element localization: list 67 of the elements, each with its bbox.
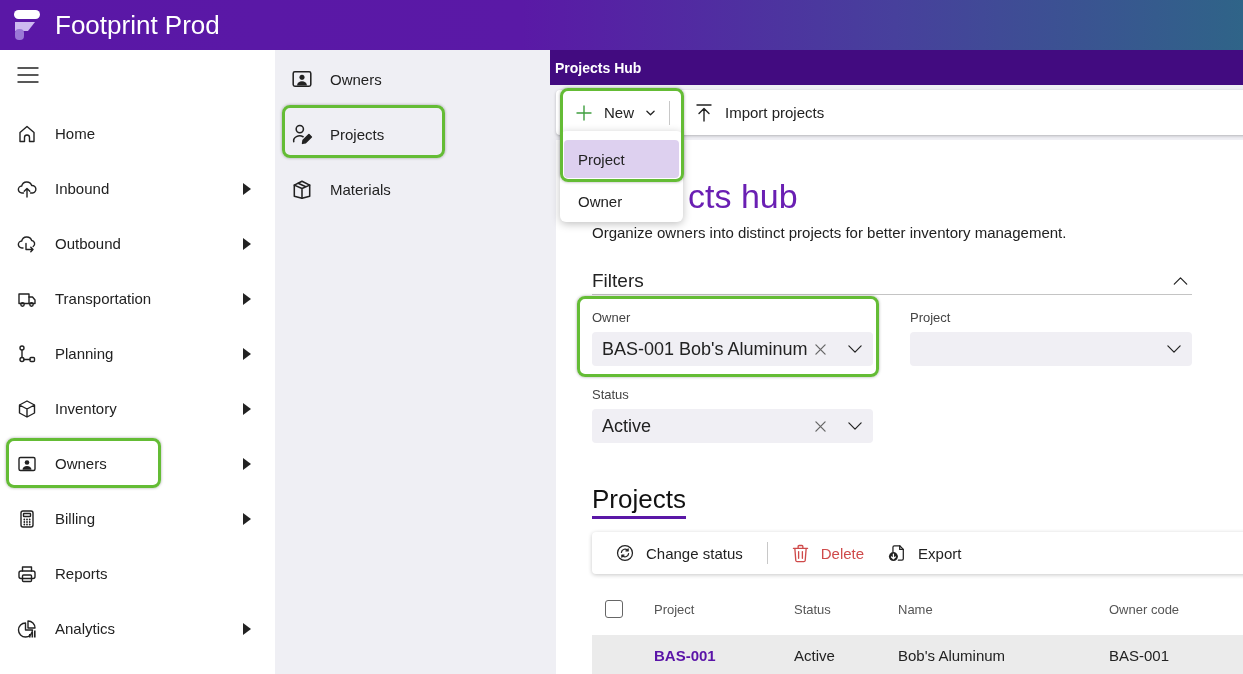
action-button[interactable]: Export — [876, 532, 974, 574]
field-label: Project — [910, 310, 952, 326]
menu-item[interactable]: Project — [564, 140, 679, 178]
page-title: Projects Hub — [555, 59, 642, 76]
column-header[interactable]: Name — [898, 602, 933, 617]
project-link[interactable]: BAS-001 — [654, 646, 716, 664]
nav-item[interactable]: Owners — [0, 436, 275, 491]
select-field[interactable]: Active — [592, 409, 873, 443]
trash-icon — [791, 543, 809, 563]
home-icon — [17, 123, 37, 144]
chevron-up-icon[interactable] — [1173, 277, 1188, 285]
arrow-up-bar-icon — [696, 103, 712, 122]
table-row[interactable]: BAS-001 Active Bob's Aluminum BAS-001 — [592, 635, 1243, 674]
contact-card-icon — [291, 68, 313, 90]
menu-icon[interactable] — [17, 67, 39, 83]
select-field[interactable]: BAS-001 Bob's Aluminum — [592, 332, 873, 366]
app-title: Footprint Prod — [55, 10, 220, 40]
page-description: Organize owners into distinct projects for better inventory management. — [592, 223, 1068, 243]
chevron-down-icon[interactable] — [848, 422, 862, 430]
action-button[interactable]: Change status — [604, 532, 755, 574]
field-label: Owner — [592, 310, 632, 326]
cloud-upload-icon — [17, 178, 37, 199]
chevron-down-icon[interactable] — [848, 345, 862, 353]
nav-item[interactable]: Analytics — [0, 601, 275, 656]
calculator-icon — [17, 508, 37, 529]
logo-icon — [14, 10, 40, 40]
table-cell: Active — [794, 646, 835, 664]
nav-item[interactable]: Materials — [275, 161, 550, 217]
nav-item[interactable]: Inventory — [0, 381, 275, 436]
plus-icon — [576, 104, 592, 121]
section-title: Filters — [592, 269, 644, 293]
nav-item[interactable]: Outbound — [0, 216, 275, 271]
clear-icon[interactable] — [815, 420, 826, 432]
refresh-icon — [616, 544, 634, 562]
section-tab[interactable]: Projects — [592, 484, 686, 519]
new-button[interactable]: New — [564, 90, 667, 135]
nav-item[interactable]: Inbound — [0, 161, 275, 216]
column-header[interactable]: Project — [654, 602, 695, 617]
nav-item[interactable]: Transportation — [0, 271, 275, 326]
menu-item[interactable]: Owner — [564, 182, 679, 220]
nav-item[interactable]: Owners — [275, 51, 550, 107]
import-button[interactable]: Import projects — [682, 90, 837, 135]
nav-item[interactable]: Billing — [0, 491, 275, 546]
table-cell: BAS-001 — [1109, 646, 1170, 664]
pie-chart-icon — [17, 618, 37, 639]
document-download-icon — [888, 544, 907, 562]
nav-item[interactable]: Planning — [0, 326, 275, 381]
nav-item[interactable]: Projects — [275, 106, 550, 162]
select-all-checkbox[interactable] — [605, 600, 623, 618]
nav-item[interactable]: Home — [0, 106, 275, 161]
cloud-arrow-icon — [17, 233, 37, 254]
delete-button[interactable]: Delete — [779, 532, 877, 574]
cube-icon — [17, 398, 37, 419]
field-label: Status — [592, 387, 630, 403]
column-header[interactable]: Status — [794, 602, 831, 617]
box-icon — [291, 178, 313, 200]
nav-item[interactable]: Reports — [0, 546, 275, 601]
column-header[interactable]: Owner code — [1109, 602, 1180, 617]
chevron-down-icon — [646, 109, 655, 116]
clear-icon[interactable] — [815, 343, 826, 355]
table-cell: Bob's Aluminum — [898, 646, 1006, 664]
flow-nodes-icon — [17, 343, 37, 364]
person-pencil-icon — [291, 123, 313, 145]
printer-icon — [17, 563, 37, 584]
page-heading: cts hub — [688, 176, 799, 216]
chevron-down-icon[interactable] — [1167, 345, 1181, 353]
select-field[interactable] — [910, 332, 1192, 366]
